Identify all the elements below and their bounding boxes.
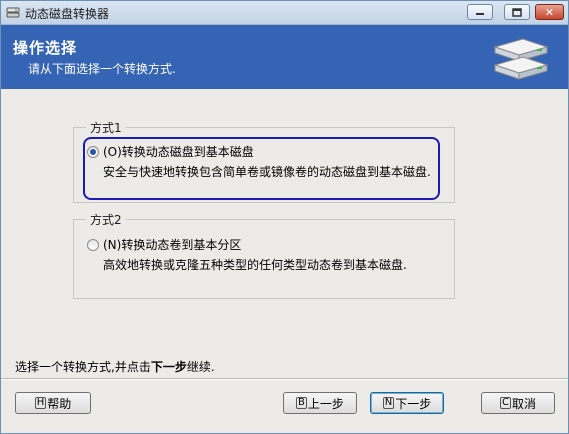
method2-option[interactable]: (N)转换动态卷到基本分区	[87, 236, 241, 253]
help-mnemonic: H	[34, 397, 47, 409]
footer-instruction: 选择一个转换方式,并点击下一步继续.	[15, 358, 215, 375]
window-title: 动态磁盘转换器	[25, 7, 110, 21]
next-mnemonic: N	[382, 397, 395, 409]
method2-radio[interactable]	[87, 238, 99, 251]
title-bar[interactable]: 动态磁盘转换器 ✕	[1, 1, 568, 25]
maximize-icon	[512, 7, 522, 17]
page-title: 操作选择	[13, 39, 78, 57]
footer-divider-highlight	[1, 379, 568, 380]
cancel-label: 取消	[511, 396, 536, 411]
method1-focus-highlight	[83, 137, 440, 200]
method1-group-label: 方式1	[86, 119, 126, 136]
method2-option-label: (N)转换动态卷到基本分区	[103, 238, 242, 252]
method2-description: 高效地转换或克隆五种类型的任何类型动态卷到基本磁盘.	[103, 258, 407, 272]
next-button[interactable]: N 下一步	[370, 392, 444, 414]
help-button[interactable]: H 帮助	[15, 392, 91, 414]
close-button[interactable]: ✕	[535, 4, 564, 20]
wizard-header: 操作选择 请从下面选择一个转换方式.	[1, 25, 568, 89]
back-button[interactable]: B 上一步	[283, 392, 357, 414]
cancel-mnemonic: C	[500, 397, 511, 409]
instruction-next-emphasis: 下一步	[150, 360, 187, 374]
page-subtitle: 请从下面选择一个转换方式.	[28, 62, 176, 76]
cancel-button[interactable]: C 取消	[481, 392, 555, 414]
minimize-button[interactable]	[467, 4, 493, 20]
maximize-button[interactable]	[504, 4, 530, 20]
disk-conversion-icon	[493, 38, 549, 80]
back-mnemonic: B	[296, 397, 307, 409]
dialog-window: 动态磁盘转换器 ✕ 操作选择 请从下面选择一个转换方式. 方式1 (O)转换动态…	[0, 0, 569, 434]
method2-group-label: 方式2	[86, 211, 126, 228]
next-label: 下一步	[395, 396, 432, 411]
help-label: 帮助	[47, 396, 72, 411]
instruction-suffix: 继续.	[186, 360, 215, 374]
instruction-prefix: 选择一个转换方式,并点击	[15, 360, 151, 374]
close-icon: ✕	[544, 5, 555, 19]
disk-app-icon	[6, 7, 20, 18]
minimize-icon	[476, 13, 484, 15]
back-label: 上一步	[307, 396, 344, 411]
